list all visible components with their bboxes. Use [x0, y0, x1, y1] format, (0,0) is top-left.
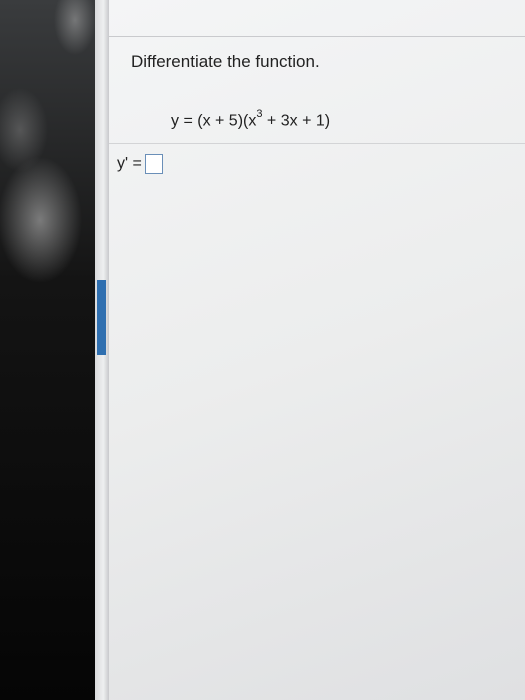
- divider-top: [109, 36, 525, 37]
- answer-row: y' =: [117, 154, 163, 174]
- equation-exponent: 3: [256, 108, 263, 120]
- equation-lhs: y = (x + 5)(x: [171, 112, 257, 130]
- question-prompt: Differentiate the function.: [131, 52, 320, 71]
- side-tab-handle[interactable]: [97, 280, 106, 355]
- answer-input[interactable]: [144, 154, 163, 174]
- question-panel: Differentiate the function. y = (x + 5)(…: [109, 0, 525, 700]
- photo-frame: Differentiate the function. y = (x + 5)(…: [0, 0, 525, 700]
- function-equation: y = (x + 5)(x3 + 3x + 1): [171, 108, 331, 130]
- divider-answer: [109, 143, 525, 144]
- background-scene: [0, 0, 105, 700]
- equation-rest: + 3x + 1): [262, 112, 331, 130]
- answer-label: y' =: [117, 155, 142, 172]
